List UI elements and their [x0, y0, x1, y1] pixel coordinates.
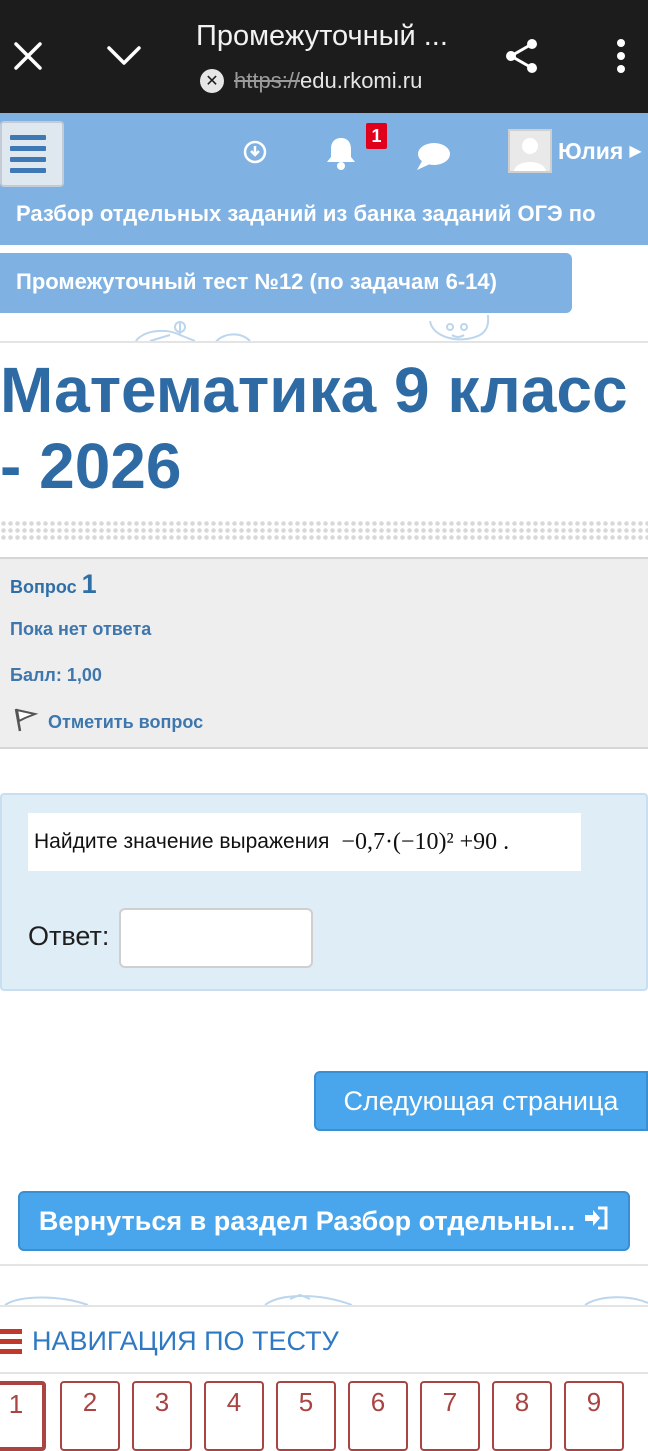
quiz-nav-button-8[interactable]: 8 — [492, 1381, 552, 1451]
question-number: Вопрос 1 — [10, 569, 97, 600]
sign-in-icon — [583, 1206, 609, 1237]
menu-bar — [10, 146, 46, 151]
quiz-nav-button-7[interactable]: 7 — [420, 1381, 480, 1451]
divider — [0, 1305, 648, 1307]
question-info: Вопрос 1 Пока нет ответа Балл: 1,00 Отме… — [0, 557, 648, 749]
browser-page-title: Промежуточный ... — [196, 20, 448, 52]
user-name: Юлия — [558, 137, 624, 164]
url-host: edu.rkomi.ru — [300, 68, 423, 93]
page-title-line1: Математика 9 класс — [0, 354, 628, 426]
site-header: 1 Юлия ▶ Разбор отдельных заданий из бан… — [0, 113, 648, 245]
download-icon[interactable] — [240, 137, 270, 167]
divider — [0, 1372, 648, 1374]
decorative-doodles — [0, 313, 648, 343]
quiz-nav-button-6[interactable]: 6 — [348, 1381, 408, 1451]
question-content: Найдите значение выражения −0,7·(−10)² +… — [0, 793, 648, 991]
share-icon[interactable] — [500, 34, 544, 78]
flag-question-button[interactable]: Отметить вопрос — [12, 707, 203, 738]
quiz-nav-button-2[interactable]: 2 — [60, 1381, 120, 1451]
question-state: Пока нет ответа — [10, 619, 152, 639]
chevron-down-icon[interactable] — [102, 38, 146, 74]
menu-bar — [10, 135, 46, 140]
quiz-navigation-header: НАВИГАЦИЯ ПО ТЕСТУ — [0, 1326, 339, 1357]
divider — [0, 341, 648, 343]
menu-bar — [10, 168, 46, 173]
quiz-nav-button-4[interactable]: 4 — [204, 1381, 264, 1451]
quiz-nav-button-1[interactable]: 1 — [0, 1381, 46, 1451]
url-scheme: https:// — [234, 68, 301, 93]
question-grade: Балл: 1,00 — [10, 665, 102, 685]
browser-url[interactable]: ✕ https://edu.rkomi.ru — [200, 68, 422, 94]
quiz-nav-button-9[interactable]: 9 — [564, 1381, 624, 1451]
quiz-nav-button-3[interactable]: 3 — [132, 1381, 192, 1451]
return-button-label: Вернуться в раздел Разбор отдельны... — [38, 1205, 576, 1236]
page-title: Математика 9 класс - 2026 — [0, 352, 648, 504]
menu-bar — [10, 157, 46, 162]
insecure-icon: ✕ — [200, 69, 224, 93]
avatar — [508, 129, 552, 173]
bell-icon[interactable] — [322, 133, 360, 173]
breadcrumb-quiz[interactable]: Промежуточный тест №12 (по задачам 6-14) — [0, 253, 572, 313]
question-text: Найдите значение выражения — [34, 830, 330, 853]
next-page-button[interactable]: Следующая страница — [314, 1071, 648, 1131]
quiz-nav-button-5[interactable]: 5 — [276, 1381, 336, 1451]
divider — [0, 1264, 648, 1266]
question-number-value: 1 — [81, 569, 97, 599]
notification-badge: 1 — [366, 123, 387, 149]
question-label: Вопрос — [10, 577, 77, 597]
chat-icon[interactable] — [412, 137, 454, 175]
return-to-section-button[interactable]: Вернуться в раздел Разбор отдельны... — [18, 1191, 630, 1251]
more-options-icon[interactable] — [606, 34, 636, 78]
close-icon[interactable] — [8, 34, 48, 78]
flag-icon — [12, 707, 39, 738]
question-text-image: Найдите значение выражения −0,7·(−10)² +… — [28, 813, 581, 871]
list-icon — [0, 1329, 22, 1354]
browser-toolbar: Промежуточный ... ✕ https://edu.rkomi.ru — [0, 0, 648, 113]
menu-toggle-button[interactable] — [0, 121, 64, 187]
breadcrumb-section[interactable]: Разбор отдельных заданий из банка задани… — [16, 201, 596, 227]
answer-label: Ответ: — [28, 921, 110, 951]
flag-question-label: Отметить вопрос — [48, 712, 204, 732]
answer-input[interactable] — [119, 908, 313, 968]
question-expression: −0,7·(−10)² +90 . — [341, 828, 510, 855]
page-title-line2: - 2026 — [0, 430, 182, 502]
dotted-divider — [0, 520, 648, 542]
caret-right-icon: ▶ — [629, 143, 642, 160]
quiz-navigation-title: НАВИГАЦИЯ ПО ТЕСТУ — [32, 1326, 339, 1356]
user-menu[interactable]: Юлия ▶ — [508, 129, 642, 173]
